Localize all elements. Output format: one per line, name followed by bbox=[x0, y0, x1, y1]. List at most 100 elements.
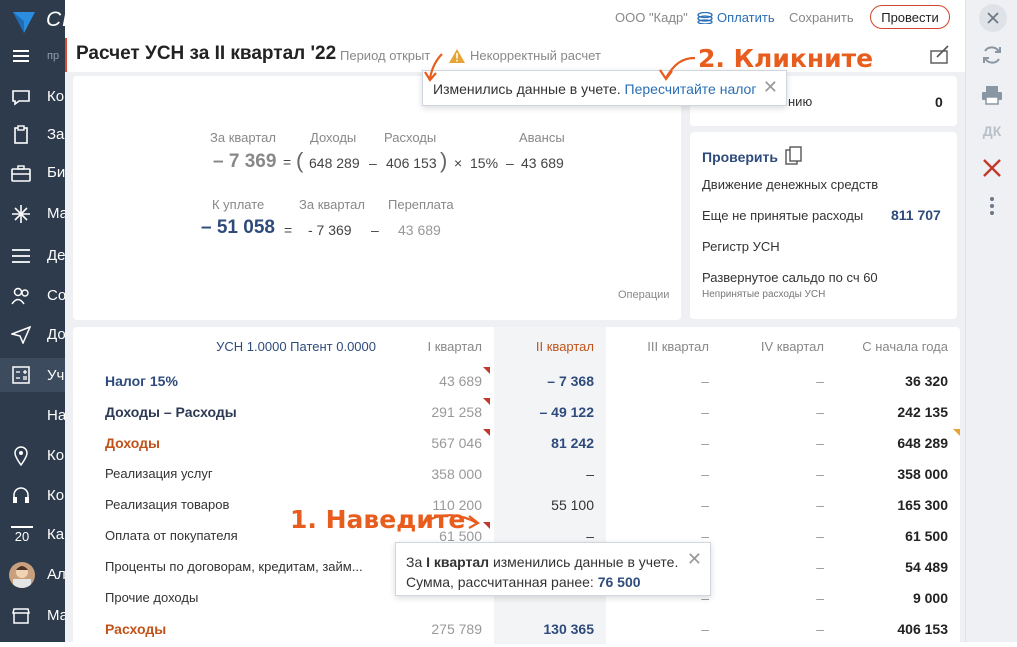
cell-total[interactable]: 358 000 bbox=[836, 458, 960, 489]
check-item-cashflow[interactable]: Движение денежных средств bbox=[702, 177, 878, 192]
table-row[interactable]: Реализация товаров 110 200 55 100 – – 16… bbox=[73, 489, 960, 520]
cell-total[interactable]: 9 000 bbox=[836, 582, 960, 613]
cell-q3: – bbox=[701, 620, 709, 637]
print-icon[interactable] bbox=[979, 82, 1005, 108]
check-item-register[interactable]: Регистр УСН bbox=[702, 239, 780, 254]
report-edit-icon[interactable] bbox=[929, 45, 951, 65]
cell-q3: – bbox=[701, 434, 709, 451]
send-icon bbox=[11, 325, 31, 345]
sidebar-item-7[interactable]: Уч bbox=[0, 358, 65, 392]
close-icon[interactable] bbox=[979, 4, 1007, 32]
cell-q1[interactable]: 358 000 bbox=[382, 458, 494, 489]
changed-flag-icon[interactable] bbox=[483, 398, 490, 405]
cell-total[interactable]: 406 153 bbox=[836, 613, 960, 644]
annotation-arrow bbox=[426, 514, 480, 529]
popup-text: изменились данные в учете. bbox=[492, 554, 679, 570]
row-label[interactable]: Расходы bbox=[73, 613, 382, 644]
sidebar-item-6[interactable]: До bbox=[0, 319, 65, 350]
clipboard-copy-icon[interactable] bbox=[784, 146, 804, 168]
sidebar-item-11[interactable]: Ал bbox=[0, 559, 65, 590]
changed-flag-icon[interactable] bbox=[483, 367, 490, 374]
cell-q4: – bbox=[816, 403, 824, 420]
row-label[interactable]: Доходы bbox=[73, 427, 382, 458]
table-row[interactable]: Доходы – Расходы 291 258 – 49 122 – – 24… bbox=[73, 396, 960, 427]
close-icon[interactable]: ✕ bbox=[763, 77, 778, 98]
cell-q2[interactable]: – bbox=[494, 458, 606, 489]
cell-q2[interactable]: 55 100 bbox=[494, 489, 606, 520]
save-button[interactable]: Сохранить bbox=[789, 10, 854, 25]
org-name[interactable]: ООО "Кадр" bbox=[615, 10, 688, 25]
cell-q2[interactable]: 130 365 bbox=[494, 613, 606, 644]
chat-icon bbox=[11, 87, 31, 107]
sidebar-item-label: Ма bbox=[47, 607, 65, 624]
quarter-change-popup: За I квартал изменились данные в учете. … bbox=[395, 542, 711, 596]
cell-value: 291 258 bbox=[431, 403, 482, 420]
cell-q1[interactable]: 291 258 bbox=[382, 396, 494, 427]
sidebar-menu-toggle[interactable]: пр bbox=[0, 40, 65, 71]
cell-total[interactable]: 648 289 bbox=[836, 427, 960, 458]
cell-q1[interactable]: 567 046 bbox=[382, 427, 494, 458]
row-label[interactable]: Налог 15% bbox=[73, 365, 382, 396]
sidebar-item-1[interactable]: За bbox=[0, 119, 65, 150]
table-row[interactable]: Реализация услуг 358 000 – – – 358 000 bbox=[73, 458, 960, 489]
top-bar: ООО "Кадр" Оплатить Сохранить Провести bbox=[65, 0, 965, 36]
changed-flag-icon[interactable] bbox=[483, 429, 490, 436]
logo-icon[interactable] bbox=[10, 8, 38, 36]
sidebar-item-4[interactable]: Де bbox=[0, 240, 65, 271]
close-icon[interactable]: ✕ bbox=[687, 549, 702, 569]
calendar-icon: 20 bbox=[11, 525, 33, 544]
operations-link[interactable]: Операции bbox=[618, 289, 669, 301]
label-expense: Расходы bbox=[384, 130, 437, 145]
cell-total[interactable]: 242 135 bbox=[836, 396, 960, 427]
table-row[interactable]: Налог 15% 43 689 – 7 368 – – 36 320 bbox=[73, 365, 960, 396]
label-income: Доходы bbox=[310, 130, 357, 145]
pay-link[interactable]: Оплатить bbox=[697, 10, 775, 25]
refresh-icon[interactable] bbox=[979, 42, 1005, 68]
formula-card: За квартал Доходы Расходы Авансы – 7 369… bbox=[73, 76, 681, 320]
sidebar-item-9[interactable]: Ко bbox=[0, 480, 65, 511]
table-row[interactable]: Расходы 275 789 130 365 – – 406 153 bbox=[73, 613, 960, 644]
more-options-icon[interactable] bbox=[979, 193, 1005, 219]
cell-total[interactable]: 61 500 bbox=[836, 520, 960, 551]
check-item-unaccepted[interactable]: Еще не принятые расходы bbox=[702, 208, 863, 223]
sidebar-subitem[interactable]: На bbox=[47, 407, 65, 424]
cell-q2[interactable]: – 7 368 bbox=[494, 365, 606, 396]
sidebar-item-label: Со bbox=[47, 287, 65, 304]
cell-q2[interactable]: 81 242 bbox=[494, 427, 606, 458]
cell-total[interactable]: 36 320 bbox=[836, 365, 960, 396]
changed-flag-icon[interactable] bbox=[953, 429, 960, 436]
sidebar-item-8[interactable]: Ко bbox=[0, 440, 65, 471]
sidebar-item-5[interactable]: Со bbox=[0, 280, 65, 311]
sidebar-item-3[interactable]: Ма bbox=[0, 198, 65, 229]
check-item-saldo[interactable]: Развернутое сальдо по сч 60 bbox=[702, 270, 878, 285]
label-quarter: За квартал bbox=[210, 130, 276, 145]
submit-button[interactable]: Провести bbox=[870, 5, 950, 29]
advance-value[interactable]: 43 689 bbox=[521, 155, 564, 171]
sidebar-item-12[interactable]: Ма bbox=[0, 600, 65, 631]
sidebar-item-2[interactable]: Би bbox=[0, 157, 65, 188]
expense-value[interactable]: 406 153 bbox=[386, 155, 437, 171]
income-value[interactable]: 648 289 bbox=[309, 155, 360, 171]
cell-value: 567 046 bbox=[431, 434, 482, 451]
clipboard-icon bbox=[11, 124, 31, 145]
delete-icon[interactable] bbox=[979, 155, 1005, 181]
row-label[interactable]: Прочие доходы bbox=[73, 582, 382, 613]
sidebar: СБ пр Ко За Би Ма Де Со До Уч На Ко bbox=[0, 0, 65, 642]
sidebar-item-10[interactable]: 20 Ка bbox=[0, 519, 65, 550]
row-label[interactable]: Проценты по договорам, кредитам, займ... bbox=[73, 551, 382, 582]
cell-q2[interactable]: – 49 122 bbox=[494, 396, 606, 427]
table-row[interactable]: Доходы 567 046 81 242 – – 648 289 bbox=[73, 427, 960, 458]
sidebar-item-label: До bbox=[47, 326, 65, 343]
row-label[interactable]: Реализация услуг bbox=[73, 458, 382, 489]
cell-total[interactable]: 54 489 bbox=[836, 551, 960, 582]
sidebar-item-0[interactable]: Ко bbox=[0, 81, 65, 112]
cell-total[interactable]: 165 300 bbox=[836, 489, 960, 520]
col-q4: IV квартал bbox=[760, 338, 824, 354]
dk-button[interactable]: ДК bbox=[979, 118, 1005, 144]
annotation-arrows bbox=[424, 53, 696, 82]
right-toolbar: ДК bbox=[965, 0, 1017, 642]
sidebar-item-label: Ал bbox=[47, 566, 65, 583]
cell-q1[interactable]: 43 689 bbox=[382, 365, 494, 396]
row-label[interactable]: Доходы – Расходы bbox=[73, 396, 382, 427]
cell-q1[interactable]: 275 789 bbox=[382, 613, 494, 644]
